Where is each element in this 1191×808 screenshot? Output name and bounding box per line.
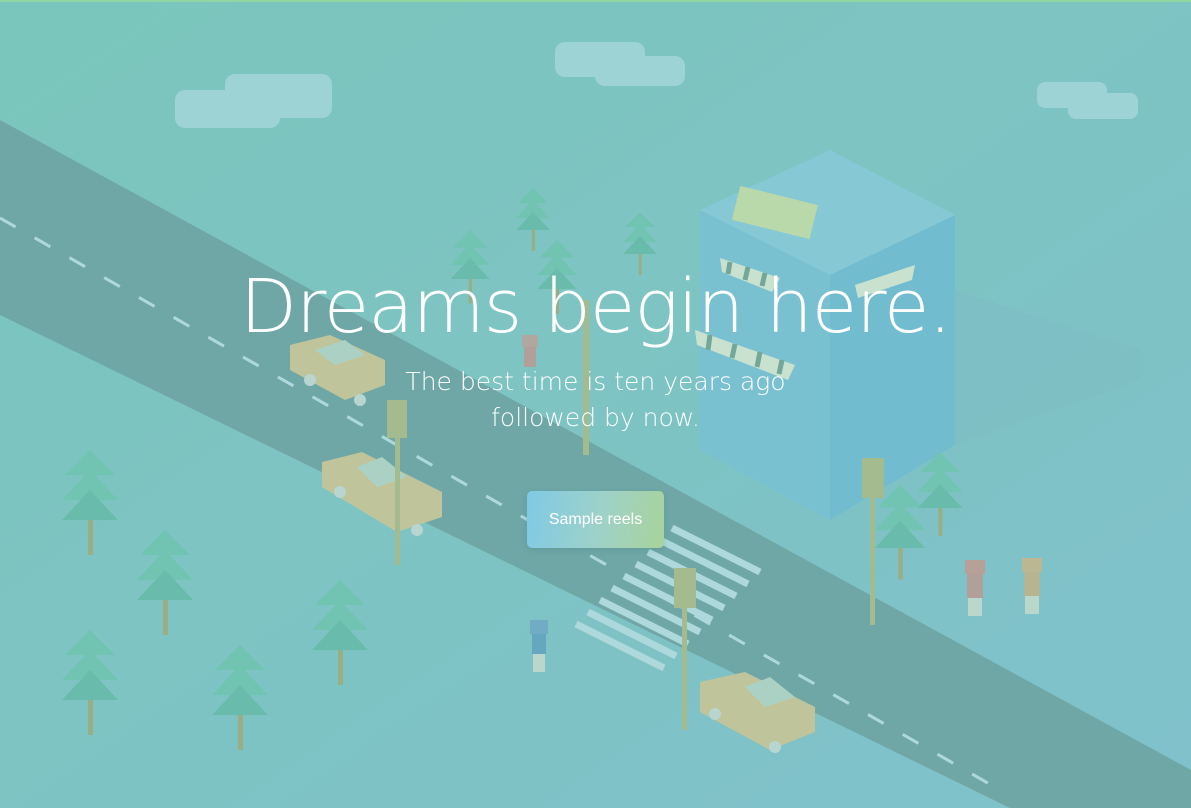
hero-subtitle-line-2: followed by now. xyxy=(491,403,700,432)
person xyxy=(1022,558,1042,614)
hero-title: Dreams begin here. xyxy=(240,264,952,350)
hero-subtitle-line-1: The best time is ten years ago xyxy=(405,367,786,396)
person xyxy=(965,560,985,616)
hero: Dreams begin here. The best time is ten … xyxy=(0,262,1191,436)
hero-subtitle: The best time is ten years ago followed … xyxy=(0,364,1191,436)
sample-reels-button[interactable]: Sample reels xyxy=(527,491,664,548)
top-accent-line xyxy=(0,0,1191,2)
